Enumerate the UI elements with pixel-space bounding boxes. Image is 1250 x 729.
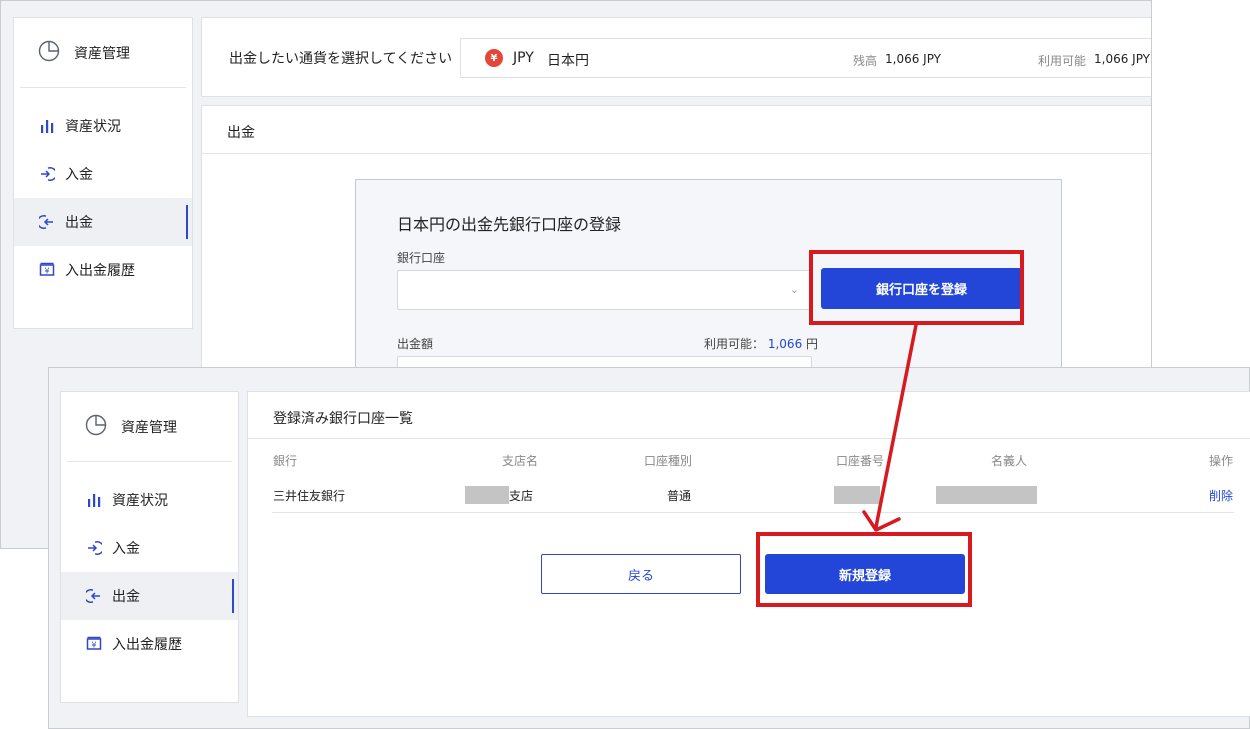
redacted-branch bbox=[465, 486, 509, 504]
sidebar-header: 資産管理 bbox=[20, 18, 186, 88]
withdraw-arrow-icon bbox=[85, 587, 103, 605]
svg-text:¥: ¥ bbox=[44, 267, 49, 276]
column-header: 銀行 bbox=[273, 454, 298, 468]
sidebar-item-deposit[interactable]: 入金 bbox=[61, 524, 238, 572]
bank-name: 三井住友銀行 bbox=[273, 489, 346, 503]
column-header: 口座番号 bbox=[836, 454, 885, 468]
sidebar-title: 資産管理 bbox=[74, 45, 130, 62]
withdraw-title: 出金 bbox=[202, 106, 1151, 154]
sidebar-item-label: 出金 bbox=[112, 589, 140, 605]
account-list-title: 登録済み銀行口座一覧 bbox=[248, 392, 1250, 439]
sidebar-item-label: 出金 bbox=[65, 215, 93, 231]
deposit-arrow-icon bbox=[85, 539, 103, 557]
currency-selector-bar: 出金したい通貨を選択してください ¥ JPY 日本円 残高 1,066 JPY … bbox=[201, 17, 1151, 97]
currency-name: 日本円 bbox=[547, 53, 589, 69]
sidebar-item-label: 資産状況 bbox=[65, 119, 121, 135]
available-label: 利用可能 bbox=[1038, 54, 1087, 68]
currency-prompt: 出金したい通貨を選択してください bbox=[229, 51, 453, 67]
sidebar: 資産管理 資産状況 入金 出金 ¥ 入出金履歴 bbox=[60, 391, 239, 703]
registration-title: 日本円の出金先銀行口座の登録 bbox=[397, 215, 622, 234]
table-header: 銀行 支店名 口座種別 口座番号 名義人 操作 bbox=[248, 452, 1250, 470]
amount-label: 出金額 bbox=[397, 337, 434, 351]
back-button[interactable]: 戻る bbox=[541, 554, 741, 594]
sidebar-item-history[interactable]: ¥ 入出金履歴 bbox=[61, 620, 238, 668]
delete-link[interactable]: 削除 bbox=[1209, 487, 1233, 504]
chevron-down-icon: ⌄ bbox=[789, 283, 799, 296]
redacted-holder-name bbox=[936, 486, 1037, 504]
bar-chart-icon bbox=[85, 491, 103, 509]
redacted-account-number bbox=[834, 486, 880, 504]
sidebar-item-history[interactable]: ¥ 入出金履歴 bbox=[14, 246, 192, 294]
column-header: 支店名 bbox=[502, 454, 539, 468]
available-unit: 円 bbox=[806, 337, 819, 351]
yen-icon: ¥ bbox=[485, 49, 503, 67]
available-value: 1,066 JPY bbox=[1094, 52, 1151, 66]
sidebar-item-deposit[interactable]: 入金 bbox=[14, 150, 192, 198]
sidebar-item-assets[interactable]: 資産状況 bbox=[61, 476, 238, 524]
account-list-screen: 資産管理 資産状況 入金 出金 ¥ 入出金履歴 登録済み銀行口座一覧 銀行 支店… bbox=[48, 367, 1250, 729]
sidebar-item-assets[interactable]: 資産状況 bbox=[14, 102, 192, 150]
available-prefix: 利用可能： bbox=[704, 337, 765, 351]
history-icon: ¥ bbox=[85, 635, 103, 653]
sidebar-item-withdraw[interactable]: 出金 bbox=[14, 198, 192, 246]
balance-label: 残高 bbox=[853, 54, 878, 68]
available-amount: 1,066 bbox=[767, 337, 803, 351]
pie-chart-icon bbox=[38, 40, 60, 66]
branch-suffix: 支店 bbox=[509, 489, 534, 503]
sidebar-title: 資産管理 bbox=[121, 419, 177, 436]
account-type: 普通 bbox=[667, 489, 692, 503]
sidebar-item-label: 資産状況 bbox=[112, 493, 168, 509]
deposit-arrow-icon bbox=[38, 165, 56, 183]
amount-available: 利用可能： 1,066 円 bbox=[704, 335, 818, 352]
bank-account-select[interactable]: ⌄ bbox=[397, 270, 812, 310]
withdraw-arrow-icon bbox=[38, 213, 56, 231]
column-header: 口座種別 bbox=[644, 454, 693, 468]
sidebar-item-label: 入出金履歴 bbox=[65, 263, 135, 279]
bank-account-label: 銀行口座 bbox=[397, 251, 446, 265]
registered-accounts-panel: 登録済み銀行口座一覧 銀行 支店名 口座種別 口座番号 名義人 操作 三井住友銀… bbox=[247, 391, 1250, 717]
bar-chart-icon bbox=[38, 117, 56, 135]
sidebar-item-label: 入出金履歴 bbox=[112, 637, 182, 653]
currency-code: JPY bbox=[513, 50, 534, 66]
column-header: 操作 bbox=[1209, 454, 1234, 468]
sidebar: 資産管理 資産状況 入金 出金 ¥ 入出金履歴 bbox=[13, 17, 193, 329]
new-registration-button[interactable]: 新規登録 bbox=[765, 554, 965, 594]
sidebar-item-label: 入金 bbox=[65, 167, 93, 183]
history-icon: ¥ bbox=[38, 261, 56, 279]
sidebar-item-label: 入金 bbox=[112, 541, 140, 557]
pie-chart-icon bbox=[85, 414, 107, 440]
sidebar-header: 資産管理 bbox=[67, 392, 232, 462]
sidebar-item-withdraw[interactable]: 出金 bbox=[61, 572, 238, 620]
currency-select[interactable]: ¥ JPY 日本円 残高 1,066 JPY 利用可能 1,066 JPY bbox=[460, 38, 1151, 78]
balance-value: 1,066 JPY bbox=[885, 52, 942, 66]
register-bank-account-button[interactable]: 銀行口座を登録 bbox=[821, 268, 1022, 309]
table-row: 三井住友銀行 支店 普通 削除 bbox=[272, 477, 1234, 513]
svg-text:¥: ¥ bbox=[91, 641, 96, 650]
column-header: 名義人 bbox=[991, 454, 1028, 468]
